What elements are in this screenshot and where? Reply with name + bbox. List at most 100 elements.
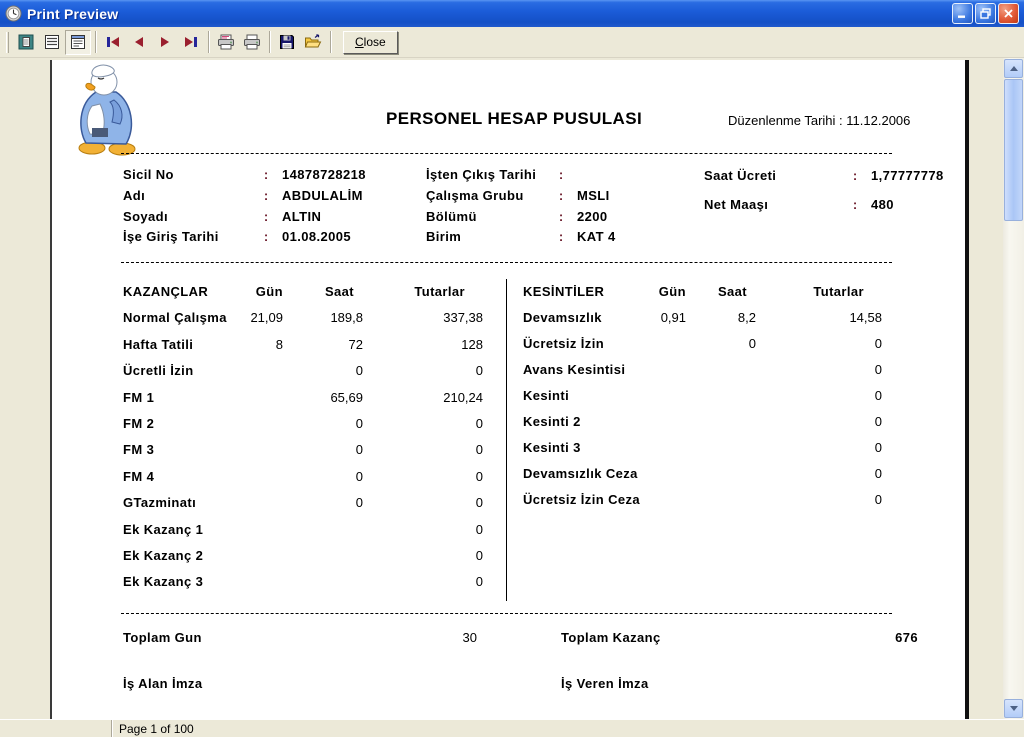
status-bar: Page 1 of 100 [0, 719, 1024, 737]
colon-separator: : [554, 167, 568, 182]
info-row: Sicil No : 14878728218 [123, 167, 366, 188]
deductions-rows: Devamsızlık 0,91 8,2 14,58 Ücretsiz İzin… [523, 310, 933, 518]
row-label: FM 1 [123, 390, 238, 405]
document-page: PERSONEL HESAP PUSULASI Düzenlenme Tarih… [50, 60, 969, 719]
saat-value: 0 [283, 416, 363, 431]
gun-value: 21,09 [238, 310, 283, 325]
column-header: Gün [238, 284, 283, 299]
gun-value: 8 [238, 337, 283, 352]
close-button[interactable] [998, 3, 1019, 24]
tutar-value: 0 [363, 495, 483, 510]
window-title: Print Preview [27, 6, 118, 22]
print-setup-button[interactable] [213, 30, 239, 55]
info-label: Saat Ücreti [704, 168, 848, 183]
print-button[interactable] [239, 30, 265, 55]
info-row: Soyadı : ALTIN [123, 209, 366, 230]
date-value: 11.12.2006 [846, 113, 910, 128]
load-report-button[interactable] [300, 30, 326, 55]
row-label: Ücretsiz İzin Ceza [523, 492, 641, 507]
earnings-rows: Normal Çalışma 21,09 189,8 337,38 Hafta … [123, 310, 483, 600]
info-value: 2200 [577, 209, 608, 224]
last-page-button[interactable] [178, 30, 204, 55]
saat-value: 8,2 [686, 310, 756, 325]
close-icon [1003, 8, 1014, 19]
tutar-value: 0 [363, 574, 483, 589]
info-value: MSLI [577, 188, 610, 203]
tutar-value: 14,58 [756, 310, 882, 325]
row-label: Devamsızlık [523, 310, 641, 325]
table-row: Kesinti 0 [523, 388, 933, 414]
saat-value: 0 [283, 442, 363, 457]
duck-mascot-logo [62, 64, 152, 156]
tutar-value: 0 [363, 442, 483, 457]
earnings-header: KAZANÇLAR Gün Saat Tutarlar [123, 284, 483, 310]
column-header: Tutarlar [363, 284, 483, 299]
zoom-page-width-button[interactable] [39, 30, 65, 55]
deductions-table: KESİNTİLER Gün Saat Tutarlar Devamsızlık… [523, 284, 933, 518]
tutar-value: 0 [363, 548, 483, 563]
gun-value: 0,91 [641, 310, 686, 325]
scroll-up-button[interactable] [1004, 59, 1023, 78]
vertical-scrollbar[interactable] [1003, 58, 1024, 719]
dashed-divider [121, 262, 892, 263]
column-header: Tutarlar [756, 284, 882, 299]
tutar-value: 337,38 [363, 310, 483, 325]
whole-page-icon [18, 34, 34, 50]
toolbar-gripper[interactable] [6, 32, 9, 53]
scroll-down-button[interactable] [1004, 699, 1023, 718]
colon-separator: : [259, 209, 273, 224]
minimize-button[interactable] [952, 3, 973, 24]
dashed-divider [121, 153, 892, 154]
total-days-value: 30 [382, 630, 477, 645]
total-days-label: Toplam Gun [123, 630, 202, 645]
colon-separator: : [259, 188, 273, 203]
column-header: Saat [686, 284, 756, 299]
document-title: PERSONEL HESAP PUSULASI [386, 109, 642, 129]
employee-info-right: Saat Ücreti : 1,77777778 Net Maaşı : 480 [704, 168, 944, 226]
close-preview-button[interactable]: Close [343, 31, 398, 54]
table-row: FM 3 0 0 [123, 442, 483, 468]
info-label: Sicil No [123, 167, 259, 182]
info-label: İşten Çıkış Tarihi [426, 167, 554, 182]
total-earnings-value: 676 [812, 630, 918, 645]
document-date: Düzenlenme Tarihi : 11.12.2006 [728, 113, 910, 128]
scrollbar-thumb[interactable] [1004, 79, 1023, 221]
tutar-value: 0 [363, 522, 483, 537]
restore-button[interactable] [975, 3, 996, 24]
colon-separator: : [554, 209, 568, 224]
row-label: Ücretsiz İzin [523, 336, 641, 351]
tutar-value: 0 [756, 414, 882, 429]
row-label: Ek Kazanç 2 [123, 548, 238, 563]
colon-separator: : [259, 229, 273, 244]
print-setup-icon [217, 34, 235, 50]
save-report-button[interactable] [274, 30, 300, 55]
column-header: Saat [283, 284, 363, 299]
table-row: FM 1 65,69 210,24 [123, 390, 483, 416]
first-page-button[interactable] [100, 30, 126, 55]
table-row: Kesinti 2 0 [523, 414, 933, 440]
chevron-down-icon [1010, 706, 1018, 711]
tutar-value: 128 [363, 337, 483, 352]
info-row: Saat Ücreti : 1,77777778 [704, 168, 944, 197]
dashed-divider [121, 613, 892, 614]
row-label: FM 4 [123, 469, 238, 484]
row-label: Devamsızlık Ceza [523, 466, 641, 481]
table-row: Ücretsiz İzin Ceza 0 [523, 492, 933, 518]
row-label: FM 2 [123, 416, 238, 431]
row-label: Kesinti 3 [523, 440, 641, 455]
row-label: Ek Kazanç 3 [123, 574, 238, 589]
toolbar-separator [95, 31, 96, 53]
preview-area: PERSONEL HESAP PUSULASI Düzenlenme Tarih… [0, 58, 1024, 719]
row-label: FM 3 [123, 442, 238, 457]
zoom-100-percent-button[interactable] [65, 30, 91, 55]
next-page-button[interactable] [152, 30, 178, 55]
date-label: Düzenlenme Tarihi : [728, 113, 843, 128]
info-row: Net Maaşı : 480 [704, 197, 944, 226]
employee-info-middle: İşten Çıkış Tarihi : Çalışma Grubu : MSL… [426, 167, 616, 250]
info-label: Adı [123, 188, 259, 203]
row-label: Ücretli İzin [123, 363, 238, 378]
zoom-whole-page-button[interactable] [13, 30, 39, 55]
info-value: ABDULALİM [282, 188, 363, 203]
info-row: İşe Giriş Tarihi : 01.08.2005 [123, 229, 366, 250]
previous-page-button[interactable] [126, 30, 152, 55]
